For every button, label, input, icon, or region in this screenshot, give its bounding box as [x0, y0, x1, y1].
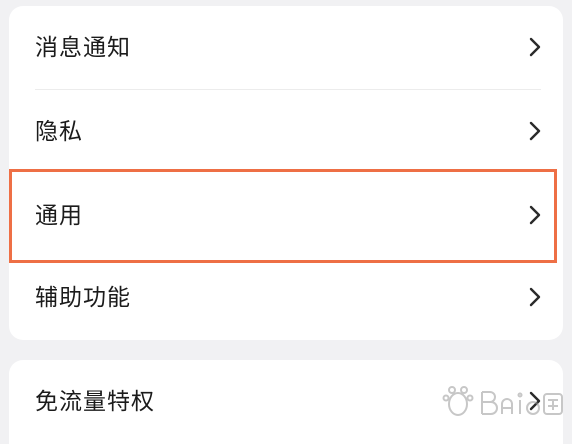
settings-item-label: 辅助功能 — [35, 285, 131, 311]
settings-item-privacy[interactable]: 隐私 — [9, 90, 563, 174]
chevron-right-icon — [529, 205, 541, 225]
chevron-right-icon — [529, 391, 541, 411]
settings-item-label: 免流量特权 — [35, 389, 155, 415]
settings-screen: 消息通知 隐私 通用 辅助功能 免流量特权 — [0, 0, 572, 444]
settings-item-notifications[interactable]: 消息通知 — [9, 6, 563, 90]
chevron-right-icon — [529, 287, 541, 307]
chevron-right-icon — [529, 121, 541, 141]
settings-group-general: 消息通知 隐私 通用 辅助功能 — [9, 6, 563, 340]
settings-item-label: 隐私 — [35, 119, 83, 145]
settings-group-extras: 免流量特权 — [9, 360, 563, 444]
settings-item-general[interactable]: 通用 — [9, 174, 563, 258]
settings-item-free-data[interactable]: 免流量特权 — [9, 360, 563, 444]
settings-item-label: 通用 — [35, 203, 83, 229]
chevron-right-icon — [529, 37, 541, 57]
settings-item-label: 消息通知 — [35, 35, 131, 61]
settings-item-accessibility[interactable]: 辅助功能 — [9, 256, 563, 340]
